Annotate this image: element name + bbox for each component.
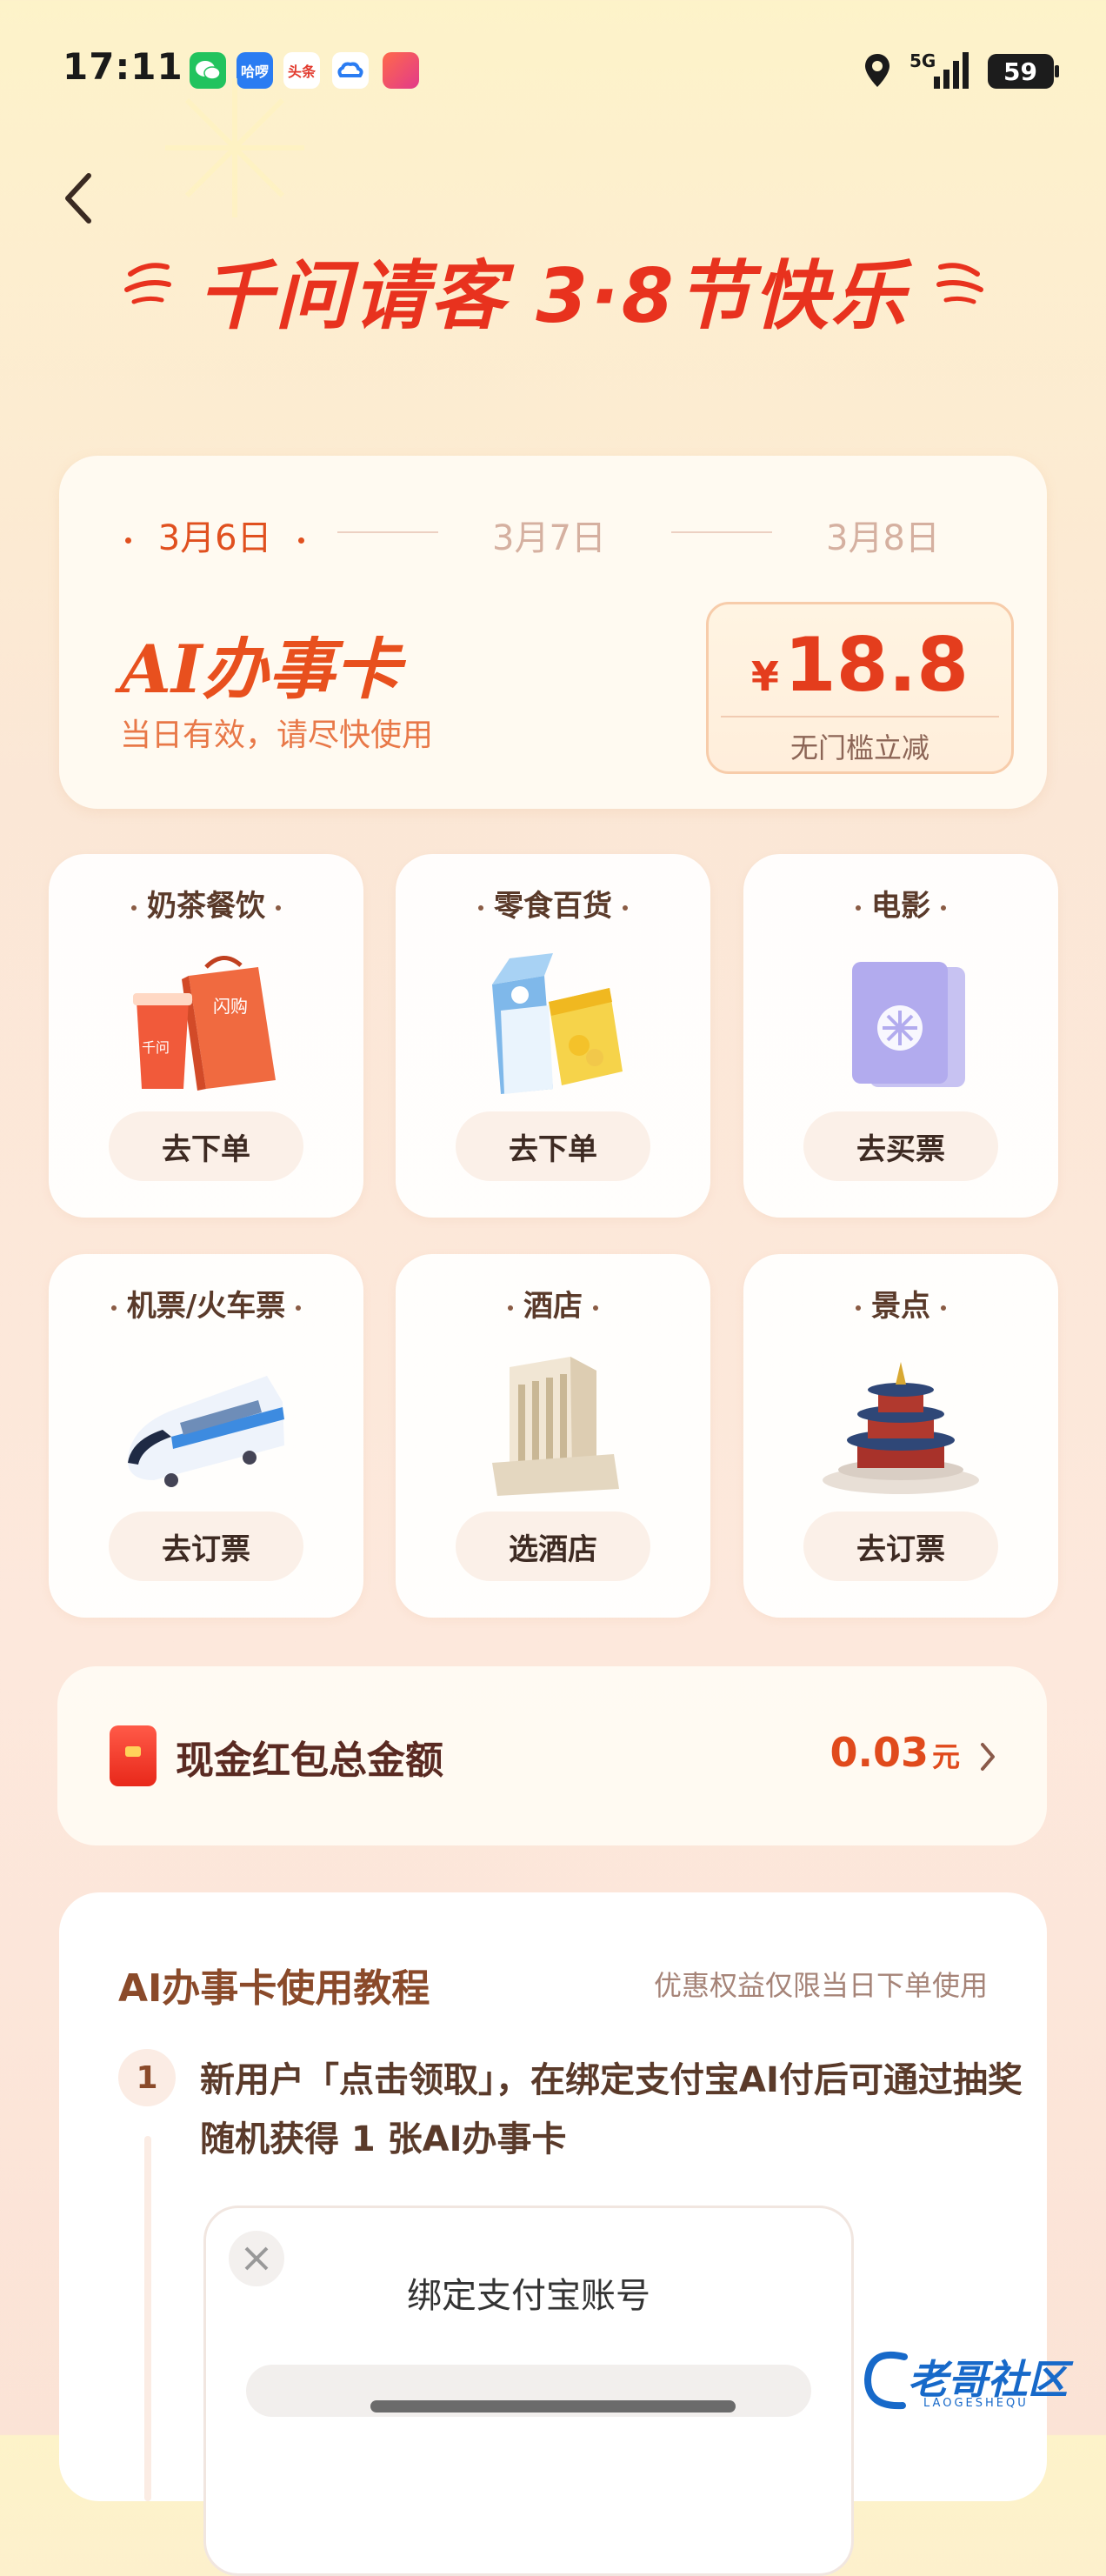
hotel-icon [492, 1357, 619, 1496]
coupon-value: 18.8 [783, 622, 969, 709]
qianwen-label: 千问 [142, 1039, 170, 1056]
category-title: 奶茶餐饮 [49, 882, 363, 924]
date-dot-right [298, 537, 305, 544]
category-button[interactable]: 选酒店 [456, 1512, 650, 1581]
tutorial-note: 优惠权益仅限当日下单使用 [653, 1969, 988, 2002]
coupon-note: 无门槛立减 [790, 731, 929, 764]
cellular-icon: 5G [909, 50, 970, 92]
bind-account-preview: 绑定支付宝账号 [203, 2206, 854, 2576]
system-indicators: 5G 59 [863, 50, 1059, 92]
coupon-divider [721, 716, 999, 717]
snack-milk-icon [492, 953, 623, 1094]
red-packet-unit: 元 [931, 1740, 960, 1773]
date-tab-label: 3月7日 [492, 518, 606, 558]
shangou-label: 闪购 [213, 996, 248, 1017]
coupon-badge[interactable]: ¥18.8 无门槛立减 [706, 602, 1014, 774]
milk-tea-bag-icon: 闪购 千问 [133, 956, 276, 1091]
battery-level: 59 [1003, 57, 1037, 86]
temple-icon [823, 1362, 979, 1494]
category-title: 电影 [743, 882, 1058, 924]
category-card-hotel[interactable]: 酒店 选酒店 [396, 1254, 710, 1618]
train-icon [128, 1376, 284, 1487]
category-title: 酒店 [396, 1282, 710, 1325]
category-button[interactable]: 去下单 [109, 1111, 303, 1181]
date-tab-active[interactable]: 3月6日 [125, 510, 305, 560]
red-packet-icon [110, 1725, 157, 1786]
category-title: 零食百货 [396, 882, 710, 924]
sun-glow-decoration [165, 78, 304, 217]
watermark-subtext: LAOGESHEQU [923, 2397, 1029, 2410]
step-timeline [144, 2136, 151, 2501]
red-packet-amount: 0.03 元 [830, 1729, 960, 1776]
location-icon [865, 54, 889, 87]
date-divider [337, 531, 438, 533]
category-button[interactable]: 去下单 [456, 1111, 650, 1181]
step-text: 新用户「点击领取」，在绑定支付宝AI付后可通过抽奖随机获得 1 张AI办事卡 [200, 2060, 1023, 2159]
category-card-movie[interactable]: 电影 去买票 [743, 854, 1058, 1218]
watermark-logo: 老哥社区 LAOGESHEQU [861, 2341, 1089, 2419]
category-card-milk-tea[interactable]: 奶茶餐饮 闪购 千问 去下单 [49, 854, 363, 1218]
tutorial-title: AI办事卡使用教程 [118, 1966, 430, 2011]
back-arrow-icon[interactable] [59, 170, 101, 226]
date-dot-left [125, 537, 131, 544]
coupon-amount: ¥18.8 [709, 622, 1011, 709]
ai-card-subtitle: 当日有效，请尽快使用 [120, 717, 434, 753]
red-packet-row[interactable]: 现金红包总金额 0.03 元 [57, 1666, 1047, 1845]
battery-icon: 59 [988, 54, 1059, 89]
category-card-tickets[interactable]: 机票/火车票 去订票 [49, 1254, 363, 1618]
chevron-right-icon [981, 1743, 995, 1771]
ai-card-title: AI办事卡 [120, 631, 401, 708]
coupon-currency: ¥ [750, 653, 779, 700]
red-packet-value: 0.03 [830, 1729, 929, 1776]
home-indicator[interactable] [370, 2400, 736, 2412]
category-card-snacks[interactable]: 零食百货 去下单 [396, 854, 710, 1218]
preview-dialog-title: 绑定支付宝账号 [407, 2276, 650, 2316]
date-divider [671, 531, 772, 533]
category-card-attractions[interactable]: 景点 去订票 [743, 1254, 1058, 1618]
movie-ticket-icon [852, 962, 965, 1087]
category-button[interactable]: 去订票 [109, 1512, 303, 1581]
date-tab-label: 3月8日 [826, 518, 940, 558]
date-tab[interactable]: 3月8日 [826, 510, 940, 560]
game-app-icon [383, 52, 419, 89]
title-right-decoration [936, 263, 983, 304]
category-button[interactable]: 去订票 [803, 1512, 998, 1581]
date-tab[interactable]: 3月7日 [492, 510, 606, 560]
step-number: 1 [118, 2049, 176, 2106]
red-packet-label: 现金红包总金额 [176, 1738, 443, 1783]
category-button[interactable]: 去买票 [803, 1111, 998, 1181]
date-tab-label: 3月6日 [157, 518, 272, 558]
category-title: 机票/火车票 [49, 1282, 363, 1325]
category-title: 景点 [743, 1282, 1058, 1325]
